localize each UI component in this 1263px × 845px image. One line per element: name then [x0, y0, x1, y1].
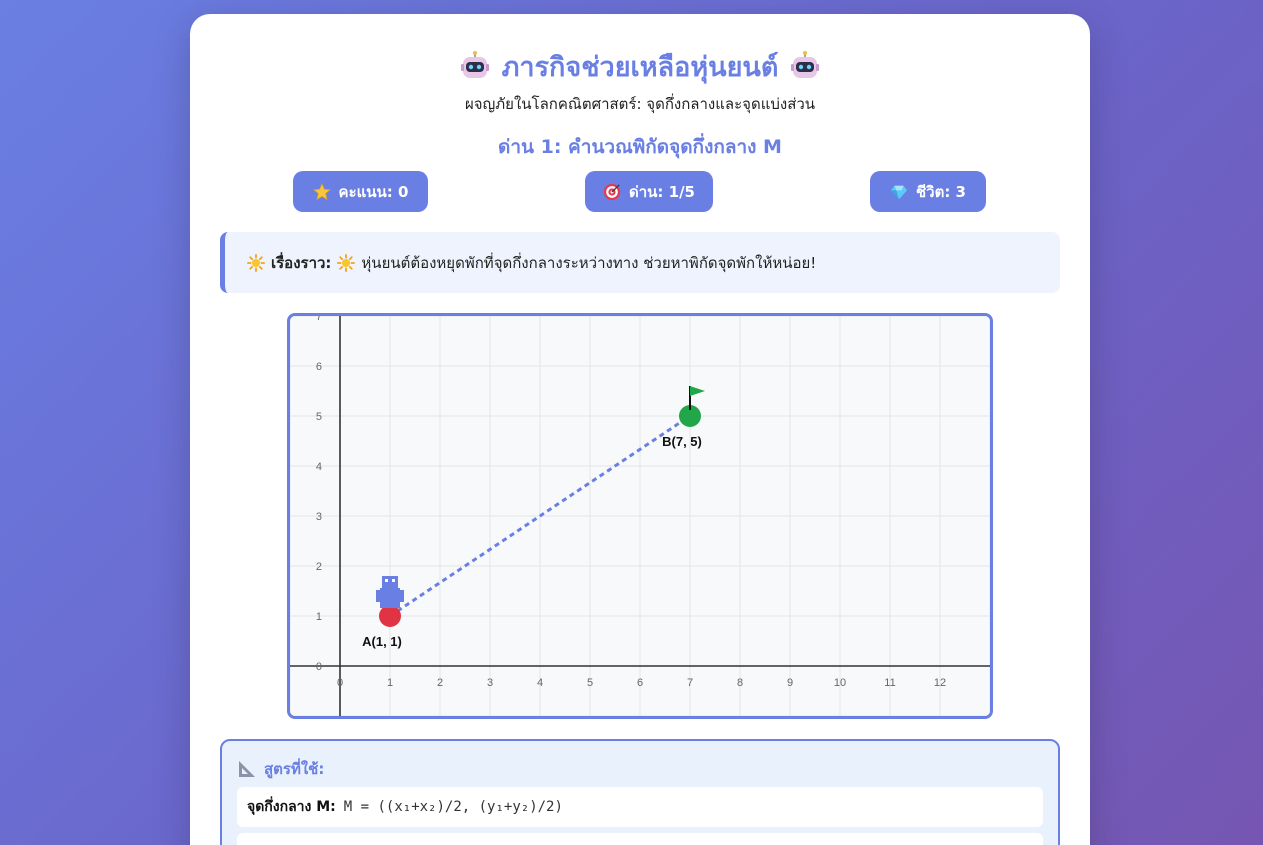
x-tick-label: 10 [834, 677, 846, 689]
gem-icon [890, 185, 908, 199]
robot-icon [460, 51, 489, 78]
lives-badge: ชีวิต: 3 [870, 171, 986, 212]
x-tick-label: 2 [437, 677, 443, 689]
points[interactable]: A(1, 1) B(7, 5) [362, 405, 702, 649]
flag-cloth [690, 386, 705, 396]
point-a [379, 605, 401, 627]
y-tick-label: 6 [316, 361, 322, 373]
formula-midpoint-expr: M = ((x₁+x₂)/2, (y₁+y₂)/2) [343, 799, 563, 815]
robot-body [380, 588, 400, 608]
x-tick-label: 9 [787, 677, 793, 689]
star-icon [312, 182, 331, 200]
x-tick-label: 1 [387, 677, 393, 689]
sun-icon [337, 253, 356, 272]
x-tick-label: 6 [637, 677, 643, 689]
target-icon [603, 183, 621, 200]
tick-labels: 0 1 2 3 4 5 6 7 8 9 10 11 1201234567 [316, 316, 946, 689]
x-tick-label: 0 [337, 677, 343, 689]
y-tick-label: 0 [316, 661, 322, 673]
y-tick-label: 1 [316, 611, 322, 623]
robot-eye [385, 579, 388, 582]
page-title: ภารกิจช่วยเหลือหุ่นยนต์ [501, 51, 779, 83]
story-label: เรื่องราว: [271, 253, 332, 272]
y-tick-label: 2 [316, 561, 322, 573]
x-tick-label: 3 [487, 677, 493, 689]
x-tick-label: 7 [687, 677, 693, 689]
grid-lines [290, 316, 990, 716]
y-tick-label: 7 [316, 316, 322, 323]
sun-icon [247, 253, 265, 272]
robot-head [382, 576, 398, 588]
ruler-triangle-icon [239, 761, 255, 777]
formula-panel: สูตรที่ใช้: จุดกึ่งกลาง M: M = ((x₁+x₂)/… [220, 739, 1060, 845]
x-tick-label: 11 [884, 677, 895, 689]
formula-midpoint-label: จุดกึ่งกลาง M: [247, 799, 336, 815]
formula-heading: สูตรที่ใช้: [238, 757, 324, 781]
robot-sprite[interactable] [376, 576, 404, 608]
point-label-b: B(7, 5) [662, 434, 702, 449]
title-row: ภารกิจช่วยเหลือหุ่นยนต์ [190, 46, 1090, 86]
score-badge: คะแนน: 0 [293, 171, 428, 212]
game-card: ภารกิจช่วยเหลือหุ่นยนต์ ผจญภัยในโลกคณิตศ… [190, 14, 1090, 845]
formula-midpoint: จุดกึ่งกลาง M: M = ((x₁+x₂)/2, (y₁+y₂)/2… [237, 787, 1043, 827]
x-tick-label: 4 [537, 677, 543, 689]
formula-row-next [237, 833, 1043, 845]
x-tick-label: 5 [587, 677, 593, 689]
level-badge: ด่าน: 1/5 [585, 171, 713, 212]
page-subtitle: ผจญภัยในโลกคณิตศาสตร์: จุดกึ่งกลางและจุด… [464, 95, 816, 113]
robot-eye [392, 579, 395, 582]
y-tick-label: 4 [316, 461, 322, 473]
formula-heading-text: สูตรที่ใช้: [264, 760, 325, 778]
robot-icon [791, 51, 820, 78]
score-text: คะแนน: 0 [338, 182, 409, 201]
lives-text: ชีวิต: 3 [915, 182, 966, 201]
story-text: หุ่นยนต์ต้องหยุดพักที่จุดกึ่งกลางระหว่าง… [361, 253, 817, 272]
y-tick-label: 5 [316, 411, 322, 423]
level-text: ด่าน: 1/5 [629, 182, 695, 201]
story-box: เรื่องราว: หุ่นยนต์ต้องหยุดพักที่จุดกึ่ง… [220, 232, 1060, 293]
x-tick-label: 8 [737, 677, 743, 689]
point-label-a: A(1, 1) [362, 634, 402, 649]
y-tick-label: 3 [316, 511, 322, 523]
level-title: ด่าน 1: คำนวณพิกัดจุดกึ่งกลาง M [498, 136, 782, 158]
x-tick-label: 12 [934, 677, 946, 689]
coordinate-plane[interactable]: 0 1 2 3 4 5 6 7 8 9 10 11 12 0 1 2 3 4 5 6 7 A(1, 1) B(7, 5) [287, 313, 993, 719]
coordinate-plot[interactable]: 0 1 2 3 4 5 6 7 8 9 10 11 1201234567 A(1, 1)B(7, 5) [290, 316, 990, 716]
